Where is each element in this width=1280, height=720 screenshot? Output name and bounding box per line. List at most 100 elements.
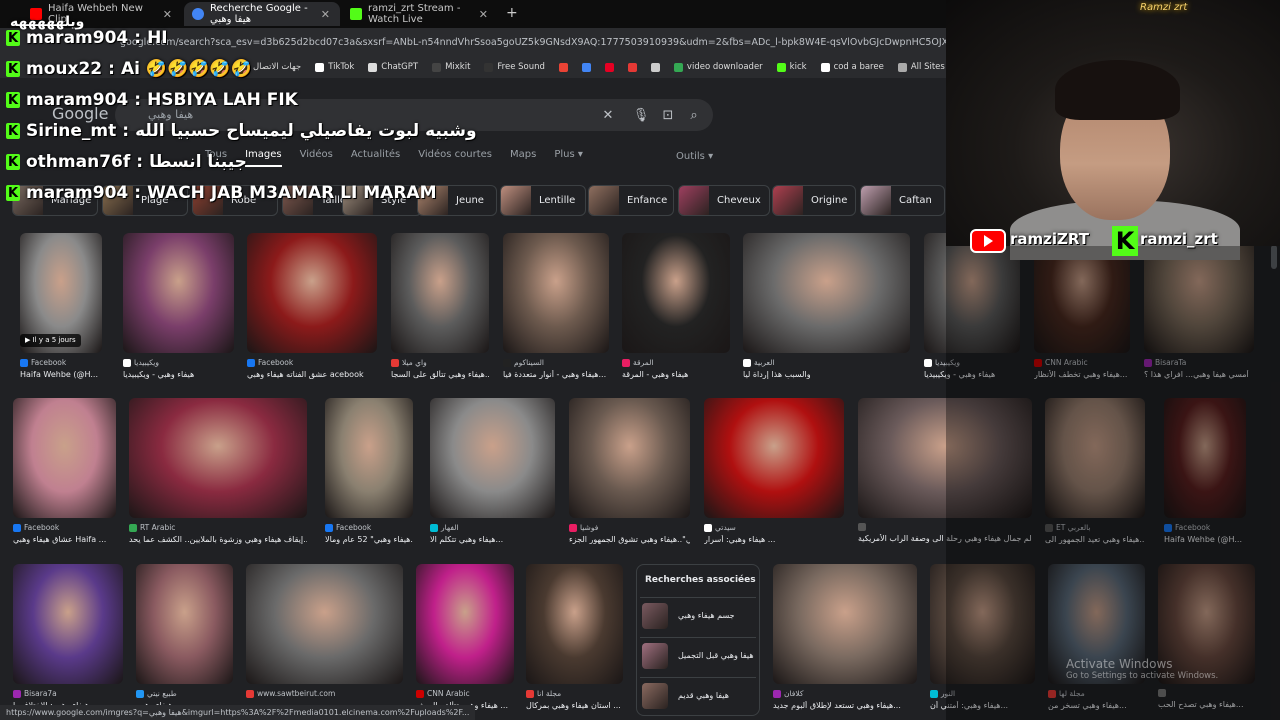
chip-label: Caftan [899,195,932,206]
nav-item[interactable]: Plus ▾ [554,149,583,167]
chip-lentille[interactable]: Lentille [500,185,586,216]
new-tab-button[interactable]: + [506,5,518,21]
result-title[interactable]: بيتي الثاني"..هيفاء وهبي تشوق الجمهور ال… [569,535,690,544]
chip-enfance[interactable]: Enfance [588,185,674,216]
result-image[interactable] [704,398,844,518]
image-result[interactable]: فوشيا بيتي الثاني"..هيفاء وهبي تشوق الجمه… [569,398,690,548]
result-image[interactable] [526,564,623,684]
related-search-item[interactable]: جسم هيفاء وهبي [640,597,756,633]
result-title[interactable]: Haifa Wehbe (@H... [20,370,102,379]
result-title[interactable]: والسبب هذا إرداة ليا [743,370,910,379]
bookmark-item[interactable]: Mixkit [432,62,470,72]
bookmark-label: Mixkit [445,62,471,72]
image-result[interactable]: Bisara7aهيفاء وهبي: الاختلاف يا... [13,564,123,714]
result-title[interactable]: استان هيفاء وهبي بمركال ... [526,701,623,710]
bookmark-item[interactable] [558,62,568,72]
result-source: Facebook [325,523,413,532]
bookmark-item[interactable]: cod a baree [820,62,884,72]
close-icon[interactable]: ✕ [479,8,488,21]
result-image[interactable] [569,398,690,518]
bookmark-item[interactable]: video downloader [673,62,763,72]
image-result[interactable]: مجلة انا استان هيفاء وهبي بمركال ... [526,564,623,714]
source-name: الفهار [441,523,459,532]
result-title[interactable]: إيقاف هيفاء وهبي وزشوة بالملايين.. الكشف… [129,535,307,544]
image-result[interactable]: العربية والسبب هذا إرداة ليا [743,233,910,383]
image-result[interactable]: طبيع نيتيهيفاء وهبي... [136,564,233,714]
chip-cheveux[interactable]: Cheveux [678,185,770,216]
chat-message: Kothman76f: جيبنا انسطا [6,148,247,176]
chip-label: Jeune [456,195,484,206]
bookmark-item[interactable] [581,62,591,72]
image-result[interactable]: الفهار هيفاء وهبي تتكلم الا... [430,398,555,548]
result-image[interactable] [13,398,116,518]
bookmark-label: video downloader [686,62,763,72]
close-icon[interactable]: ✕ [321,8,330,21]
chat-text: HSBIYA LAH FIK [147,90,298,110]
nav-item[interactable]: Vidéos courtes [418,149,492,167]
result-image[interactable] [246,564,403,684]
chat-message: Kmoux22: Ai 🤣🤣🤣🤣🤣 [6,55,252,83]
chip-caftan[interactable]: Caftan [860,185,945,216]
image-result[interactable]: السيناكوم هيفاء وهبي - أنوار متعددة فيا..… [503,233,609,383]
bookmark-item[interactable]: kick [776,62,807,72]
source-icon [503,358,511,367]
result-image[interactable] [773,564,917,684]
result-title[interactable]: هيفاء وهبي تستعد لإطلاق ألبوم جديد... [773,701,917,710]
result-title[interactable]: عشاق هيفاء وهبي Haifa ... [13,535,116,544]
result-image[interactable] [622,233,730,353]
image-result[interactable]: سيدتي هيفاء وهبي: أسرار ... [704,398,844,548]
image-result[interactable]: Facebook هيفاء وهبي" 52 عام ومالا... [325,398,413,548]
result-image[interactable] [136,564,233,684]
source-icon [246,689,254,698]
image-result[interactable]: كلافان هيفاء وهبي تستعد لإطلاق ألبوم جديد… [773,564,917,714]
close-icon[interactable]: ✕ [163,8,172,21]
result-image[interactable] [503,233,609,353]
bookmark-item[interactable] [650,62,660,72]
related-search-item[interactable]: هيفا وهبي قديم [640,677,756,713]
bookmark-item[interactable] [627,62,637,72]
source-icon [704,523,712,532]
result-image[interactable] [430,398,555,518]
image-result[interactable]: Facebook عشاق هيفاء وهبي Haifa ... [13,398,116,548]
result-image[interactable] [247,233,377,353]
result-image[interactable] [391,233,489,353]
image-result[interactable]: www.sawtbeirut.com [246,564,403,714]
result-title[interactable]: هيفاء وهبي تتألق على السجا... [391,370,489,379]
chat-username: othman76f [26,152,131,172]
image-result[interactable]: CNN Arabicهيفاء وهبي تتألق بالريش ... [416,564,514,714]
result-title[interactable]: هيفاء وهبي - ويكيبيديا [123,370,234,379]
result-image[interactable] [416,564,514,684]
microphone-icon[interactable]: 🎙 [632,106,650,124]
result-image[interactable] [123,233,234,353]
image-result[interactable]: Facebook عشق الفناته هيفاء وهبي acebook [247,233,377,383]
result-title[interactable]: هيفاء وهبي" 52 عام ومالا... [325,535,413,544]
bookmark-item[interactable]: Free Sound [484,62,545,72]
lens-icon[interactable]: ⊡ [659,106,677,124]
bookmark-icon [820,62,830,72]
image-result[interactable]: RT Arabic إيقاف هيفاء وهبي وزشوة بالملايي… [129,398,307,548]
source-icon [430,523,438,532]
result-source: CNN Arabic [416,689,514,698]
result-title[interactable]: عشق الفناته هيفاء وهبي acebook [247,370,377,379]
image-result[interactable]: ويكيبيديا هيفاء وهبي - ويكيبيديا [123,233,234,383]
result-image[interactable] [13,564,123,684]
chip-label: Origine [811,195,848,206]
result-image[interactable] [325,398,413,518]
search-icon[interactable]: ⌕ [685,106,703,124]
nav-item[interactable]: Maps [510,149,536,167]
chip-origine[interactable]: Origine [772,185,856,216]
result-image[interactable] [129,398,307,518]
result-title[interactable]: هيفاء وهبي: أسرار ... [704,535,844,544]
bookmark-item[interactable] [604,62,614,72]
clear-icon[interactable]: ✕ [599,106,617,124]
related-search-item[interactable]: هيفا وهبي قبل التجميل [640,637,756,673]
bookmark-item[interactable]: All Sites [897,62,945,72]
image-result[interactable]: المرقة هيفاء وهبي - المرقة [622,233,730,383]
result-title[interactable]: هيفاء وهبي - المرقة [622,370,730,379]
tools-button[interactable]: Outils ▾ [676,151,713,162]
image-result[interactable]: واي ميلا هيفاء وهبي تتألق على السجا... [391,233,489,383]
result-title[interactable]: هيفاء وهبي - أنوار متعددة فيا... [503,370,609,379]
result-image[interactable] [743,233,910,353]
result-title[interactable]: هيفاء وهبي تتكلم الا... [430,535,555,544]
image-result[interactable]: Facebook Haifa Wehbe (@H... [20,233,102,383]
